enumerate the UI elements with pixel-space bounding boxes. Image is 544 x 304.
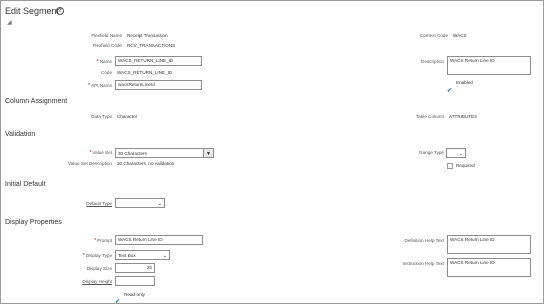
context-code-label: Context Code: [419, 33, 448, 38]
flexfield-code-label: Flexfield Code: [92, 43, 122, 48]
value-set-label: *Value Set: [89, 150, 112, 156]
required-checkbox[interactable]: [447, 163, 453, 169]
display-type-value: Text Box: [118, 253, 136, 258]
instruction-help-text-textarea[interactable]: WACS Return Line ID: [447, 258, 531, 277]
enabled-label: Enabled: [456, 80, 473, 85]
name-label: *Name: [96, 59, 112, 65]
help-icon[interactable]: ?: [56, 7, 64, 15]
range-type-label: Range Type: [419, 150, 444, 155]
read-only-label: Read-only: [124, 292, 145, 297]
value-set-select[interactable]: 30 Characters ▼: [115, 148, 214, 158]
enabled-checkbox-wrap[interactable]: ✔: [447, 79, 452, 97]
description-textarea[interactable]: WACS Return Line ID: [447, 56, 531, 75]
value-set-description-label: Value Set Description: [68, 161, 112, 166]
required-marker: *: [94, 238, 97, 244]
flexfield-name-label: Flexfield Name: [91, 33, 122, 38]
context-code-value: WACS: [453, 33, 467, 38]
name-input[interactable]: WACS_RETURN_LINE_ID: [115, 56, 202, 66]
display-type-label: *Display Type: [82, 253, 112, 259]
default-type-select[interactable]: ⌄: [115, 198, 165, 208]
data-type-label: Data Type: [91, 114, 112, 119]
page-title: Edit Segment: [5, 6, 60, 16]
definition-help-text-textarea[interactable]: WACS Return Line ID: [447, 235, 531, 254]
validation-heading: Validation: [5, 131, 36, 138]
description-label: Description: [421, 59, 444, 64]
code-label: Code: [101, 70, 112, 75]
range-type-select[interactable]: ⌄: [446, 148, 466, 158]
display-properties-heading: Display Properties: [5, 219, 62, 226]
value-set-description-value: 30 Characters, no validation: [117, 161, 175, 166]
check-icon[interactable]: ✔: [115, 299, 120, 304]
check-icon[interactable]: ✔: [447, 88, 452, 94]
display-height-label: Display Height: [82, 279, 112, 284]
table-column-label: Table Column: [415, 114, 444, 119]
display-type-select[interactable]: Text Box ⌄: [115, 250, 170, 260]
display-height-input[interactable]: [115, 276, 155, 286]
prompt-input[interactable]: WACS Return Line ID: [115, 235, 203, 245]
definition-help-text-label: Definition Help Text: [404, 238, 445, 243]
chevron-down-icon: ⌄: [458, 151, 463, 157]
default-type-label: Default Type: [86, 201, 112, 206]
data-type-value: Character: [117, 114, 138, 119]
instruction-help-text-label: Instruction Help Text: [402, 261, 444, 266]
column-assignment-heading: Column Assignment: [5, 98, 68, 105]
display-size-label: Display Size: [86, 266, 112, 271]
display-size-input[interactable]: 25: [115, 263, 155, 273]
required-marker: *: [96, 59, 99, 65]
resize-handle-icon[interactable]: ◢: [7, 19, 12, 26]
api-name-input[interactable]: wacsReturnLineId: [115, 80, 202, 90]
read-only-checkbox-wrap[interactable]: ✔: [115, 290, 120, 304]
chevron-down-icon: ⌄: [157, 201, 162, 207]
code-value: WACS_RETURN_LINE_ID: [117, 70, 173, 75]
flexfield-name-value: Receipt Transaction: [127, 33, 168, 38]
chevron-down-icon: ⌄: [162, 253, 167, 259]
flexfield-code-value: RCV_TRANSACTIONS: [127, 43, 176, 48]
table-column-value: ATTRIBUTE3: [449, 114, 477, 119]
required-label: Required: [456, 163, 475, 168]
api-name-label: *API Name: [88, 83, 112, 89]
required-marker: *: [88, 83, 91, 89]
required-marker: *: [82, 253, 85, 259]
value-set-value: 30 Characters: [118, 151, 147, 156]
initial-default-heading: Initial Default: [5, 181, 46, 188]
prompt-label: *Prompt: [94, 238, 112, 244]
chevron-down-icon: ▼: [206, 151, 211, 157]
